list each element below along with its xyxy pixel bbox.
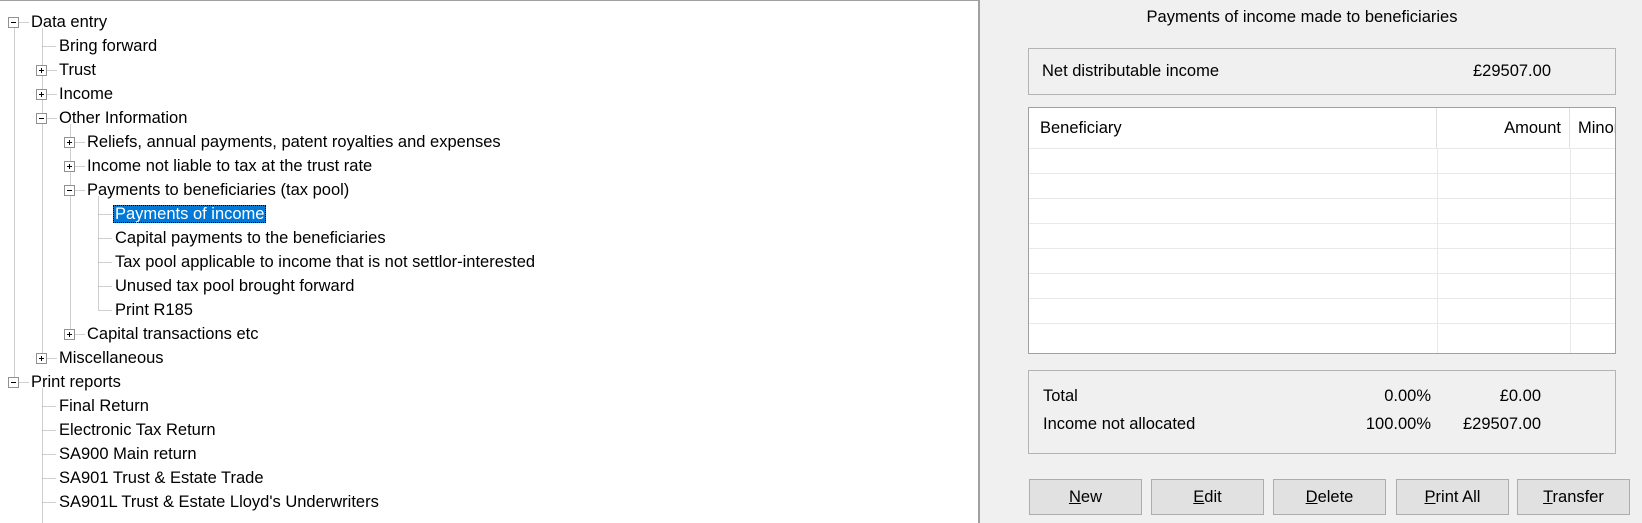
tree-item[interactable]: Miscellaneous <box>36 346 166 371</box>
tree-item-label: Tax pool applicable to income that is no… <box>115 253 536 271</box>
tree-item-label: SA901 Trust & Estate Trade <box>59 469 264 487</box>
tree-item[interactable]: Income not liable to tax at the trust ra… <box>64 154 374 179</box>
tree-item[interactable]: Data entry <box>8 10 109 35</box>
tree-item[interactable]: Payments of income <box>113 202 267 227</box>
tree-item[interactable]: SA901 Trust & Estate Trade <box>57 466 266 491</box>
grid-row-line <box>1029 198 1615 199</box>
income-not-allocated-label: Income not allocated <box>1043 415 1196 433</box>
tree-item-label: Capital payments to the beneficiaries <box>115 229 386 247</box>
print-all-button[interactable]: Print All <box>1396 479 1509 515</box>
tree-item-label: Capital transactions etc <box>87 325 259 343</box>
tree-item[interactable]: SA900 Main return <box>57 442 199 467</box>
tree-item-label: Reliefs, annual payments, patent royalti… <box>87 133 501 151</box>
net-income-value: £29507.00 <box>1473 62 1551 80</box>
expand-plus-icon[interactable] <box>36 65 47 76</box>
tree-item-label: Payments of income <box>113 205 267 223</box>
tree-item-label: Data entry <box>31 13 108 31</box>
tree-view[interactable]: Data entry Bring forward Trust Income Other … <box>0 0 980 523</box>
tree-item-label: Print R185 <box>115 301 193 319</box>
tree-item-label: Trust <box>59 61 96 79</box>
grid-row-line <box>1029 173 1615 174</box>
tree-item[interactable]: Print reports <box>8 370 123 395</box>
collapse-minus-icon[interactable] <box>8 377 19 388</box>
tree-item[interactable]: Capital transactions etc <box>64 322 261 347</box>
totals-box: Total 0.00% £0.00 Income not allocated 1… <box>1028 370 1616 454</box>
tree-item-label: Electronic Tax Return <box>59 421 216 439</box>
expand-plus-icon[interactable] <box>36 89 47 100</box>
tree-item-label: SA901L Trust & Estate Lloyd's Underwrite… <box>59 493 379 511</box>
tree-item[interactable]: Reliefs, annual payments, patent royalti… <box>64 130 503 155</box>
grid-row-line <box>1029 248 1615 249</box>
net-income-box: Net distributable income £29507.00 <box>1028 48 1616 95</box>
income-not-allocated-amount: £29507.00 <box>1463 415 1541 433</box>
tree-item[interactable]: Capital payments to the beneficiaries <box>113 226 388 251</box>
tree-item[interactable]: Electronic Tax Return <box>57 418 218 443</box>
grid-column-line <box>1437 148 1438 353</box>
expand-plus-icon[interactable] <box>64 161 75 172</box>
tree-item-label: Bring forward <box>59 37 158 55</box>
expand-plus-icon[interactable] <box>64 329 75 340</box>
total-label: Total <box>1043 387 1078 405</box>
column-header-amount[interactable]: Amount <box>1437 108 1570 148</box>
beneficiary-grid[interactable]: Beneficiary Amount Minor <box>1028 107 1616 354</box>
column-header-minor[interactable]: Minor <box>1570 108 1615 148</box>
collapse-minus-icon[interactable] <box>64 185 75 196</box>
collapse-minus-icon[interactable] <box>8 17 19 28</box>
tree-item[interactable]: Tax pool applicable to income that is no… <box>113 250 537 275</box>
tree-item-label: Unused tax pool brought forward <box>115 277 355 295</box>
tree-item[interactable]: Print R185 <box>113 298 195 323</box>
tree-item[interactable]: Other Information <box>36 106 189 131</box>
tree-item-label: Final Return <box>59 397 149 415</box>
panel-title: Payments of income made to beneficiaries <box>1146 8 1458 26</box>
tree-item[interactable]: Payments to beneficiaries (tax pool) <box>64 178 351 203</box>
tree-item[interactable]: Bring forward <box>57 34 159 59</box>
total-row: Total 0.00% £0.00 <box>1043 387 1603 411</box>
expand-plus-icon[interactable] <box>36 353 47 364</box>
tree-item[interactable]: Income <box>36 82 115 107</box>
income-not-allocated-percent: 100.00% <box>1365 415 1431 433</box>
tree-item-label: Income <box>59 85 114 103</box>
grid-row-line <box>1029 273 1615 274</box>
tree-item-label: Miscellaneous <box>59 349 164 367</box>
grid-column-line <box>1570 148 1571 353</box>
grid-row-line <box>1029 298 1615 299</box>
new-button[interactable]: New <box>1029 479 1142 515</box>
expand-plus-icon[interactable] <box>64 137 75 148</box>
total-percent: 0.00% <box>1384 387 1431 405</box>
tree-item-label: SA900 Main return <box>59 445 197 463</box>
income-not-allocated-row: Income not allocated 100.00% £29507.00 <box>1043 415 1603 439</box>
collapse-minus-icon[interactable] <box>36 113 47 124</box>
tree-item-label: Print reports <box>31 373 121 391</box>
tree-item-label: Payments to beneficiaries (tax pool) <box>87 181 350 199</box>
tree-item[interactable]: Trust <box>36 58 98 83</box>
grid-row-line <box>1029 223 1615 224</box>
payments-panel: Payments of income made to beneficiaries… <box>982 0 1642 523</box>
delete-button[interactable]: Delete <box>1273 479 1386 515</box>
edit-button[interactable]: Edit <box>1151 479 1264 515</box>
tree-item[interactable]: Final Return <box>57 394 151 419</box>
tree-item[interactable]: Unused tax pool brought forward <box>113 274 356 299</box>
net-income-label: Net distributable income <box>1042 62 1220 80</box>
grid-row-line <box>1029 148 1615 149</box>
transfer-button[interactable]: Transfer <box>1517 479 1630 515</box>
tree-item-label: Income not liable to tax at the trust ra… <box>87 157 373 175</box>
tree-item[interactable]: SA901L Trust & Estate Lloyd's Underwrite… <box>57 490 381 515</box>
grid-row-line <box>1029 323 1615 324</box>
total-amount: £0.00 <box>1499 387 1541 405</box>
column-header-beneficiary[interactable]: Beneficiary <box>1029 108 1437 148</box>
tree-item-label: Other Information <box>59 109 188 127</box>
